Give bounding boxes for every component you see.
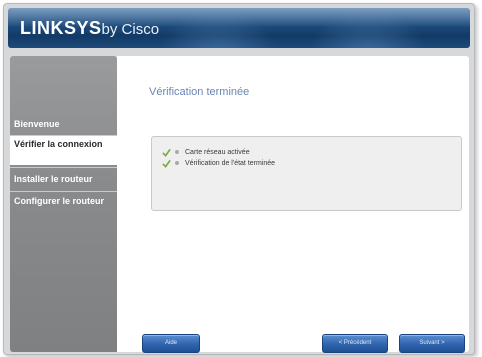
linksys-logo: LINKSYSby Cisco	[20, 18, 159, 39]
sidebar-item-label: Configurer le routeur	[14, 196, 105, 206]
logo-brand-suffix: by Cisco	[101, 21, 160, 38]
header-decoration	[158, 8, 278, 48]
sidebar-item-label: Vérifier la connexion	[14, 139, 103, 149]
status-item-label: Vérification de l'état terminée	[185, 159, 276, 167]
status-item: Vérification de l'état terminée	[162, 158, 275, 168]
status-panel: Carte réseau activée Vérification de l'é…	[151, 136, 462, 211]
logo-brand: LINKSYS	[20, 18, 102, 38]
header-decoration	[308, 8, 428, 48]
back-button[interactable]: < Précédent	[322, 334, 388, 353]
check-icon	[162, 159, 171, 168]
wizard-content: Vérification terminée Carte réseau activ…	[117, 56, 469, 353]
status-item: Carte réseau activée	[162, 147, 250, 157]
page-title: Vérification terminée	[149, 86, 250, 98]
sidebar-item-install-router[interactable]: Installer le routeur	[10, 167, 117, 189]
sidebar-item-configure-router[interactable]: Configurer le routeur	[10, 191, 117, 223]
header-banner: LINKSYSby Cisco	[8, 8, 470, 48]
sidebar-item-label: Installer le routeur	[14, 174, 93, 184]
sidebar-item-label: Bienvenue	[14, 119, 60, 129]
help-button[interactable]: Aide	[142, 334, 200, 353]
bullet-icon	[175, 161, 179, 165]
wizard-sidebar: Bienvenue Vérifier la connexion Installe…	[10, 56, 120, 352]
sidebar-item-check-connection[interactable]: Vérifier la connexion	[10, 135, 120, 165]
setup-wizard-window: LINKSYSby Cisco Bienvenue Vérifier la co…	[3, 3, 475, 355]
status-item-label: Carte réseau activée	[185, 148, 250, 156]
check-icon	[162, 148, 171, 157]
sidebar-item-welcome[interactable]: Bienvenue	[10, 117, 117, 131]
bullet-icon	[175, 150, 179, 154]
next-button[interactable]: Suivant >	[399, 334, 465, 353]
